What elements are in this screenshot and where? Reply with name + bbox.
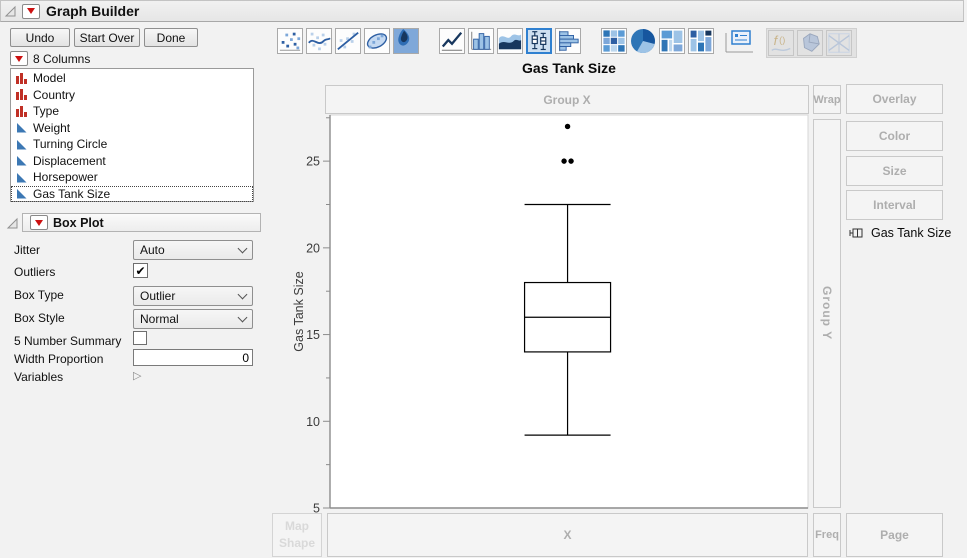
histogram-icon[interactable] (555, 28, 581, 54)
column-label: Model (33, 71, 66, 86)
column-item-model[interactable]: Model (11, 70, 253, 87)
outliers-label: Outliers (14, 265, 56, 279)
column-label: Type (33, 104, 60, 119)
column-label: Weight (33, 120, 71, 135)
collapse-triangle-icon[interactable] (4, 4, 18, 18)
drop-zone-page[interactable]: Page (846, 513, 943, 557)
parallel-icon (826, 30, 852, 56)
ellipse-icon[interactable] (364, 28, 390, 54)
svg-text:Gas Tank Size: Gas Tank Size (292, 271, 306, 351)
column-label: Gas Tank Size (33, 186, 111, 201)
width-proportion-input[interactable] (133, 349, 253, 366)
variables-label: Variables (14, 370, 64, 384)
drop-zone-x[interactable]: X (327, 513, 808, 557)
boxplot-panel-header: Box Plot (3, 213, 261, 232)
column-label: Horsepower (33, 170, 98, 185)
element-type-toolbar: f() (277, 28, 857, 58)
line-of-fit-icon[interactable] (335, 28, 361, 54)
chart-title: Gas Tank Size (522, 60, 616, 76)
legend-label: Gas Tank Size (871, 226, 952, 240)
svg-text:15: 15 (306, 328, 320, 342)
done-button[interactable]: Done (144, 28, 198, 47)
column-item-weight[interactable]: Weight (11, 120, 253, 137)
outliers-checkbox[interactable]: ✔ (133, 263, 148, 278)
svg-text:f: f (774, 33, 779, 48)
column-item-displacement[interactable]: Displacement (11, 153, 253, 170)
drop-zone-wrap[interactable]: Wrap (813, 85, 841, 114)
columns-red-triangle-menu-icon[interactable] (10, 51, 28, 66)
boxplot-red-triangle-menu-icon[interactable] (30, 215, 48, 230)
column-label: Country (33, 87, 76, 102)
pie-icon[interactable] (630, 28, 656, 54)
drop-zone-size[interactable]: Size (846, 156, 943, 186)
column-item-turning-circle[interactable]: Turning Circle (11, 136, 253, 153)
box-type-dropdown[interactable]: Outlier (133, 286, 253, 306)
window-title: Graph Builder (46, 3, 140, 19)
svg-text:(): () (779, 35, 785, 45)
drop-zone-color[interactable]: Color (846, 121, 943, 151)
chevron-down-icon (237, 243, 248, 254)
columns-count-label: 8 Columns (33, 51, 91, 66)
drop-zone-interval[interactable]: Interval (846, 190, 943, 220)
chevron-down-icon (237, 312, 248, 323)
drop-zone-map-shape[interactable]: Map Shape (272, 513, 322, 557)
drop-zone-group-x[interactable]: Group X (325, 85, 809, 114)
points-icon[interactable] (277, 28, 303, 54)
panel-collapse-triangle-icon[interactable] (6, 216, 20, 230)
graph-builder-window: Graph Builder Undo Start Over Done 8 Col… (0, 0, 967, 558)
heatmap-icon[interactable] (601, 28, 627, 54)
box-style-label: Box Style (14, 311, 65, 325)
contour-icon[interactable] (393, 28, 419, 54)
boxplot-canvas[interactable]: 5 10 15 20 25 Gas Tank Size (288, 112, 820, 516)
box-plot-marker-icon (849, 228, 863, 238)
column-label: Displacement (33, 153, 106, 168)
area-icon[interactable] (497, 28, 523, 54)
box-style-dropdown[interactable]: Normal (133, 309, 253, 329)
width-proportion-label: Width Proportion (14, 352, 104, 366)
smoother-icon[interactable] (306, 28, 332, 54)
column-label: Turning Circle (33, 137, 108, 152)
jitter-label: Jitter (14, 243, 41, 257)
column-item-country[interactable]: Country (11, 87, 253, 104)
five-number-summary-label: 5 Number Summary (14, 334, 122, 348)
column-list: Model Country Type Weight Turning Circle Disp… (10, 68, 254, 202)
start-over-button[interactable]: Start Over (74, 28, 140, 47)
svg-text:10: 10 (306, 415, 320, 429)
chevron-down-icon (237, 289, 248, 300)
legend-item[interactable]: Gas Tank Size (849, 226, 951, 240)
formula-icon: f() (768, 30, 794, 56)
column-item-gas-tank-size[interactable]: Gas Tank Size (11, 185, 253, 202)
window-header: Graph Builder (0, 0, 964, 22)
drop-zone-overlay[interactable]: Overlay (846, 84, 943, 114)
five-number-summary-checkbox[interactable] (133, 331, 147, 345)
disabled-icons-panel: f() (766, 28, 857, 58)
box-type-value: Outlier (140, 289, 176, 303)
jitter-dropdown[interactable]: Auto (133, 240, 253, 260)
drop-zone-freq[interactable]: Freq (813, 513, 841, 557)
svg-text:20: 20 (306, 241, 320, 255)
mosaic-icon[interactable] (688, 28, 714, 54)
undo-button[interactable]: Undo (10, 28, 70, 47)
column-item-type[interactable]: Type (11, 103, 253, 120)
caption-box-icon[interactable] (723, 28, 757, 54)
svg-text:5: 5 (313, 502, 320, 516)
box-type-label: Box Type (14, 288, 64, 302)
treemap-icon[interactable] (659, 28, 685, 54)
line-icon[interactable] (439, 28, 465, 54)
box-style-value: Normal (140, 312, 179, 326)
jitter-value: Auto (140, 243, 165, 257)
map-shapes-icon (797, 30, 823, 56)
group-y-label: Group Y (820, 286, 834, 341)
columns-panel-header: 8 Columns (10, 51, 90, 66)
boxplot-panel-title: Box Plot (53, 215, 104, 230)
red-triangle-menu-icon[interactable] (22, 3, 40, 19)
variables-disclosure-icon[interactable]: ▷ (133, 369, 141, 382)
column-item-horsepower[interactable]: Horsepower (11, 169, 253, 186)
box-plot-icon[interactable] (526, 28, 552, 54)
svg-text:25: 25 (306, 155, 320, 169)
bar-icon[interactable] (468, 28, 494, 54)
